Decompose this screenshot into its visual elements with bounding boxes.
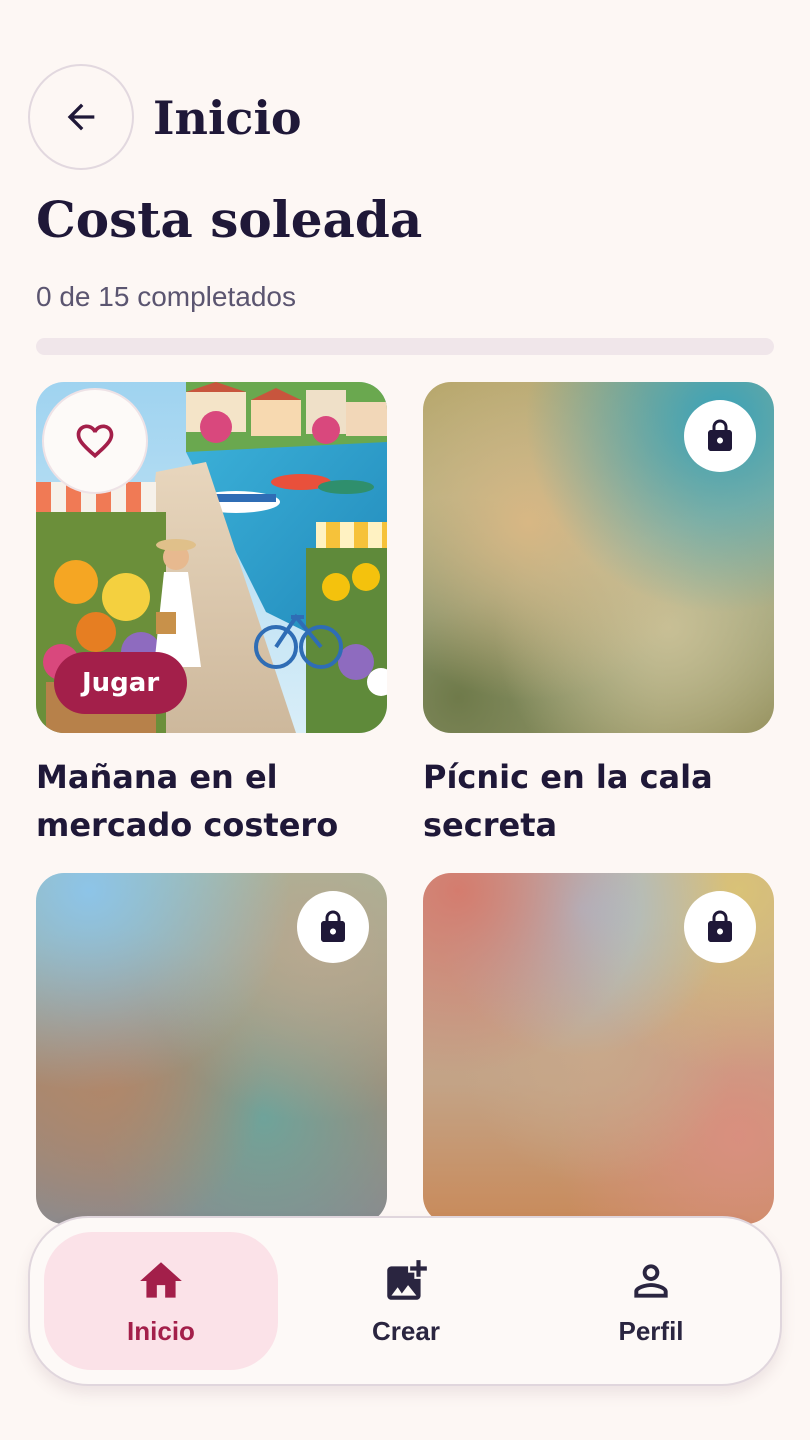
lock-icon xyxy=(708,910,732,942)
puzzle-thumbnail-market[interactable]: Jugar xyxy=(36,382,387,733)
header-title: Inicio xyxy=(153,91,302,145)
back-button[interactable] xyxy=(28,64,134,170)
puzzle-card-1[interactable]: Jugar Mañana en el mercado costero xyxy=(36,382,387,849)
nav-item-perfil[interactable]: Perfil xyxy=(534,1232,768,1370)
play-button[interactable]: Jugar xyxy=(54,652,188,714)
puzzle-title-2: Pícnic en la cala secreta xyxy=(423,758,713,844)
progress-text: 0 de 15 completados xyxy=(36,281,296,312)
add-photo-icon xyxy=(387,1260,427,1300)
home-icon xyxy=(140,1262,182,1298)
nav-item-crear[interactable]: Crear xyxy=(289,1232,523,1370)
puzzle-thumbnail-locked[interactable] xyxy=(423,873,774,1224)
puzzle-card-2[interactable]: Pícnic en la cala secreta xyxy=(423,382,774,849)
puzzle-thumbnail-locked[interactable] xyxy=(423,382,774,733)
nav-label: Perfil xyxy=(618,1316,684,1346)
nav-item-inicio[interactable]: Inicio xyxy=(44,1232,278,1370)
puzzle-thumbnail-locked[interactable] xyxy=(36,873,387,1224)
lock-badge xyxy=(684,400,756,472)
page-title: Costa soleada xyxy=(36,190,423,249)
progress-bar xyxy=(36,338,774,355)
favorite-button[interactable] xyxy=(42,388,148,494)
lock-icon xyxy=(321,910,345,942)
heart-icon xyxy=(76,424,114,459)
lock-badge xyxy=(684,891,756,963)
puzzle-card-3[interactable] xyxy=(36,873,387,1224)
lock-badge xyxy=(297,891,369,963)
nav-label: Crear xyxy=(372,1316,440,1346)
arrow-left-icon xyxy=(67,103,95,131)
nav-label: Inicio xyxy=(127,1316,195,1346)
puzzle-title-1: Mañana en el mercado costero xyxy=(36,758,339,844)
person-icon xyxy=(634,1264,668,1298)
bottom-navigation: Inicio Crear Perfil xyxy=(28,1216,782,1386)
puzzle-card-4[interactable] xyxy=(423,873,774,1224)
lock-icon xyxy=(708,419,732,451)
